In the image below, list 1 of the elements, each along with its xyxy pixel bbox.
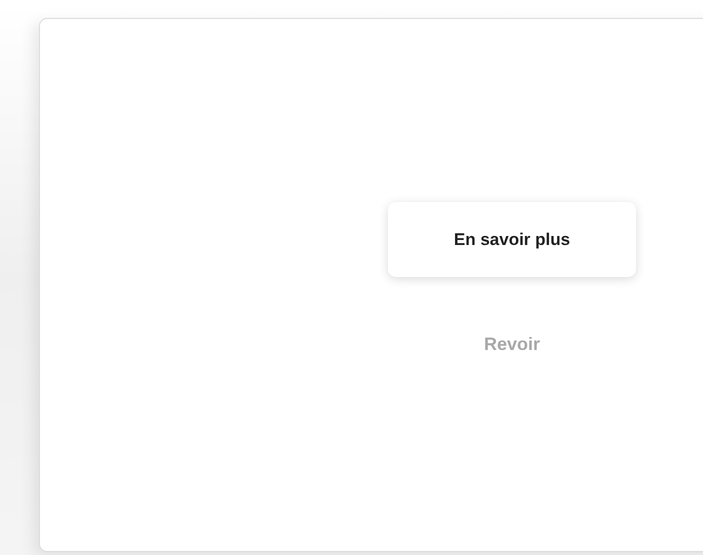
learn-more-button[interactable]: En savoir plus <box>388 202 636 277</box>
